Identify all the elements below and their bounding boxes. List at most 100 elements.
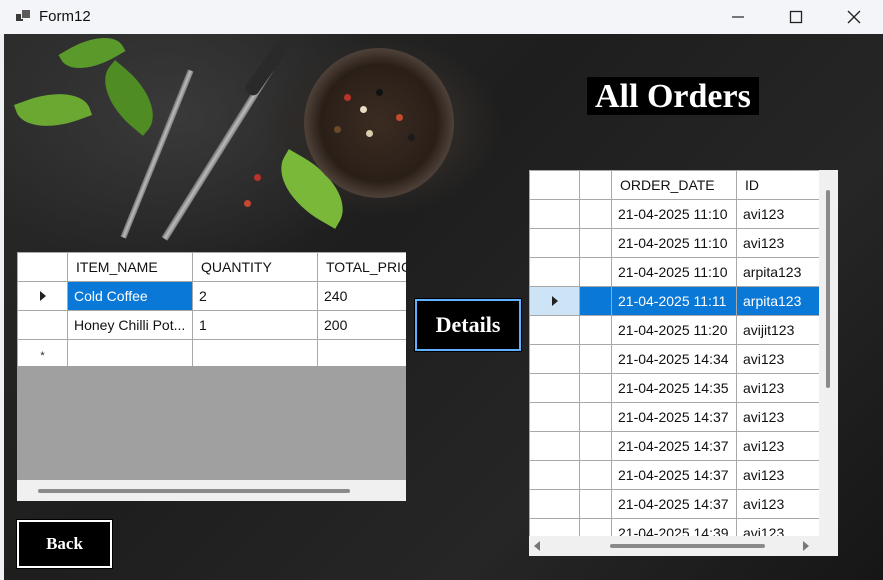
table-row[interactable]: Cold Coffee 2 240 (17, 281, 406, 311)
cell-order-date[interactable]: 21-04-2025 14:35 (611, 373, 737, 403)
cell-blank[interactable] (579, 402, 612, 432)
cell-id[interactable]: avi123 (736, 402, 820, 432)
cell-order-date[interactable]: 21-04-2025 14:37 (611, 460, 737, 490)
cell-blank[interactable] (579, 489, 612, 519)
table-row[interactable]: 21-04-2025 14:37 avi123 (529, 402, 820, 432)
close-button[interactable] (825, 0, 883, 34)
table-header-row: ORDER_DATE ID (529, 170, 820, 200)
current-row-icon (551, 296, 558, 306)
cell-order-date[interactable]: 21-04-2025 14:37 (611, 489, 737, 519)
horizontal-scrollbar[interactable] (529, 536, 838, 556)
cell-order-date[interactable]: 21-04-2025 14:37 (611, 431, 737, 461)
row-header[interactable] (529, 228, 580, 258)
scroll-right-arrow-icon[interactable] (802, 541, 810, 551)
table-row[interactable]: 21-04-2025 11:20 avijit123 (529, 315, 820, 345)
table-row[interactable]: Honey Chilli Pot... 1 200 (17, 310, 406, 340)
row-header-corner (17, 252, 68, 282)
row-header[interactable] (529, 199, 580, 229)
table-row[interactable]: 21-04-2025 14:37 avi123 (529, 460, 820, 490)
column-header-quantity[interactable]: QUANTITY (192, 252, 318, 282)
scrollbar-thumb[interactable] (610, 544, 765, 548)
column-header-id[interactable]: ID (736, 170, 820, 200)
column-header-blank[interactable] (579, 170, 612, 200)
row-header[interactable] (529, 373, 580, 403)
cell-blank[interactable] (579, 228, 612, 258)
cell-order-date[interactable]: 21-04-2025 11:10 (611, 199, 737, 229)
maximize-icon (789, 10, 803, 24)
cell-id[interactable]: avi123 (736, 460, 820, 490)
row-header[interactable] (529, 460, 580, 490)
row-header[interactable] (529, 257, 580, 287)
cell-item-name[interactable]: Honey Chilli Pot... (67, 310, 193, 340)
form-window: Form12 All Orders ITEM_NAME QUANTITY TOT… (0, 0, 883, 580)
row-header[interactable] (529, 431, 580, 461)
column-header-total-price[interactable]: TOTAL_PRICE (317, 252, 406, 282)
table-row[interactable]: 21-04-2025 11:10 arpita123 (529, 257, 820, 287)
row-header[interactable] (529, 344, 580, 374)
new-row[interactable]: * (17, 339, 406, 369)
cell-blank[interactable] (579, 315, 612, 345)
cell-id[interactable]: avi123 (736, 373, 820, 403)
row-header[interactable] (529, 315, 580, 345)
cell-blank[interactable] (579, 460, 612, 490)
details-button[interactable]: Details (414, 298, 522, 352)
table-row[interactable]: 21-04-2025 11:10 avi123 (529, 199, 820, 229)
cell-id[interactable]: avijit123 (736, 315, 820, 345)
row-header[interactable] (529, 402, 580, 432)
cell-id[interactable]: arpita123 (736, 286, 820, 316)
row-header[interactable] (529, 286, 580, 316)
cell-id[interactable]: avi123 (736, 199, 820, 229)
cell-blank[interactable] (579, 431, 612, 461)
scrollbar-thumb[interactable] (826, 190, 830, 388)
cell-item-name[interactable]: Cold Coffee (67, 281, 193, 311)
back-button[interactable]: Back (16, 519, 113, 569)
cell-id[interactable]: avi123 (736, 344, 820, 374)
table-row[interactable]: 21-04-2025 14:37 avi123 (529, 489, 820, 519)
cell-order-date[interactable]: 21-04-2025 14:37 (611, 402, 737, 432)
cell-quantity[interactable] (192, 339, 318, 369)
cell-blank[interactable] (579, 373, 612, 403)
column-header-item-name[interactable]: ITEM_NAME (67, 252, 193, 282)
cell-id[interactable]: arpita123 (736, 257, 820, 287)
cell-id[interactable]: avi123 (736, 489, 820, 519)
table-row[interactable]: 21-04-2025 11:10 avi123 (529, 228, 820, 258)
row-header[interactable]: * (17, 339, 68, 369)
cell-order-date[interactable]: 21-04-2025 11:20 (611, 315, 737, 345)
app-form-icon (16, 9, 32, 23)
cell-blank[interactable] (579, 199, 612, 229)
cell-blank[interactable] (579, 344, 612, 374)
cell-blank[interactable] (579, 257, 612, 287)
cell-total-price[interactable]: 240 (317, 281, 406, 311)
vertical-scrollbar[interactable] (819, 170, 838, 536)
cell-total-price[interactable]: 200 (317, 310, 406, 340)
cell-order-date[interactable]: 21-04-2025 11:10 (611, 257, 737, 287)
table-row[interactable]: 21-04-2025 14:35 avi123 (529, 373, 820, 403)
cell-order-date[interactable]: 21-04-2025 14:34 (611, 344, 737, 374)
order-items-grid[interactable]: ITEM_NAME QUANTITY TOTAL_PRICE Cold Coff… (17, 252, 406, 501)
cell-quantity[interactable]: 1 (192, 310, 318, 340)
scroll-left-arrow-icon[interactable] (533, 541, 541, 551)
table-row[interactable]: 21-04-2025 11:11 arpita123 (529, 286, 820, 316)
column-header-order-date[interactable]: ORDER_DATE (611, 170, 737, 200)
scrollbar-thumb[interactable] (38, 489, 350, 493)
row-header[interactable] (17, 281, 68, 311)
title-bar[interactable]: Form12 (0, 0, 883, 34)
horizontal-scrollbar[interactable] (17, 480, 406, 501)
row-header[interactable] (529, 489, 580, 519)
row-header[interactable] (17, 310, 68, 340)
cell-id[interactable]: avi123 (736, 228, 820, 258)
cell-order-date[interactable]: 21-04-2025 11:11 (611, 286, 737, 316)
cell-total-price[interactable] (317, 339, 406, 369)
table-row[interactable]: 21-04-2025 14:37 avi123 (529, 431, 820, 461)
table-row[interactable]: 21-04-2025 14:34 avi123 (529, 344, 820, 374)
cell-order-date[interactable]: 21-04-2025 11:10 (611, 228, 737, 258)
orders-grid[interactable]: ORDER_DATE ID 21-04-2025 11:10 avi123 21-0… (529, 170, 838, 556)
cell-id[interactable]: avi123 (736, 431, 820, 461)
cell-blank[interactable] (579, 286, 612, 316)
cell-item-name[interactable] (67, 339, 193, 369)
minimize-button[interactable] (709, 0, 767, 34)
cell-quantity[interactable]: 2 (192, 281, 318, 311)
maximize-button[interactable] (767, 0, 825, 34)
row-header-corner (529, 170, 580, 200)
form-client-area: All Orders ITEM_NAME QUANTITY TOTAL_PRI C… (4, 34, 883, 580)
